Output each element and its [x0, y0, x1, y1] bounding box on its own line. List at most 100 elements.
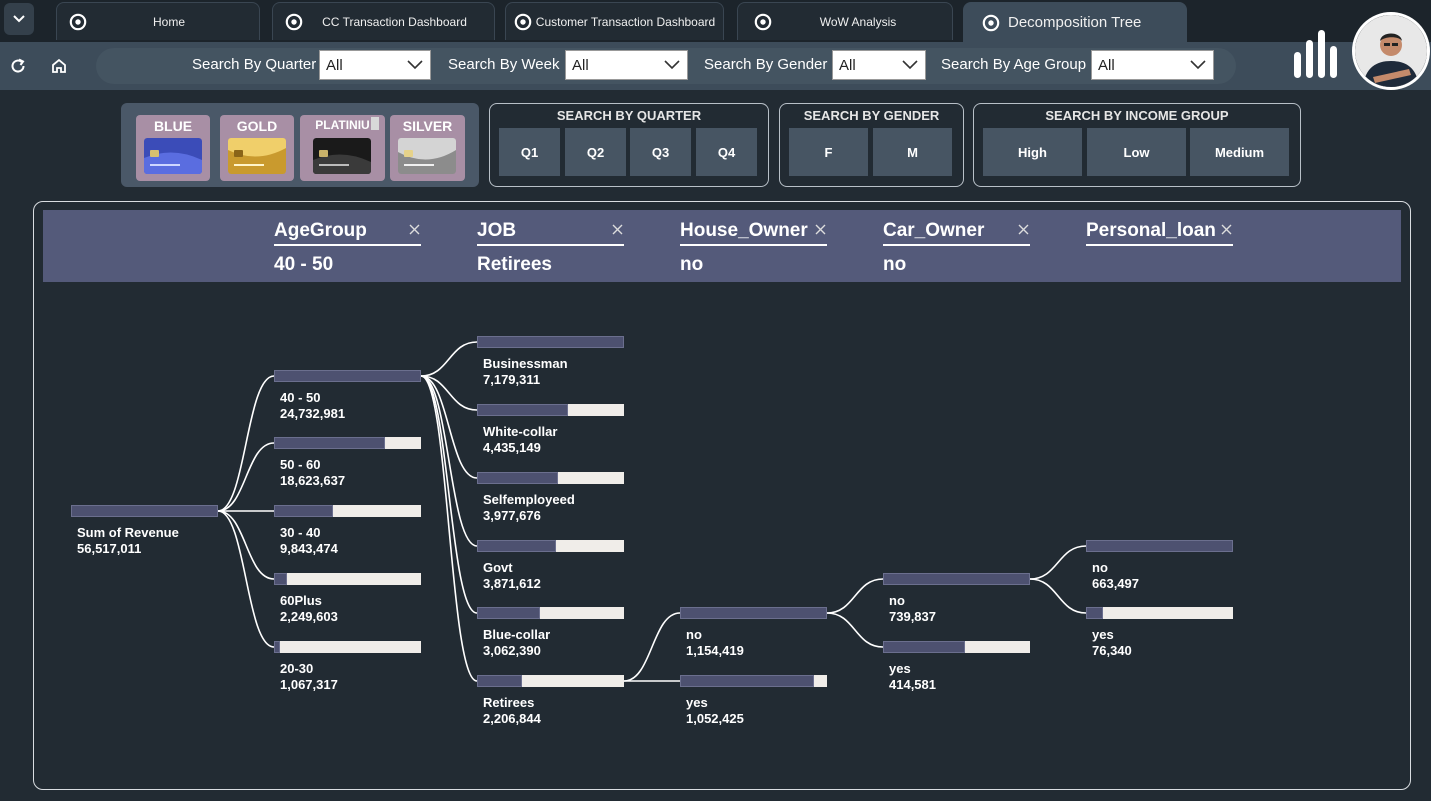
node-job[interactable]: Govt 3,871,612: [477, 540, 624, 592]
node-agegroup[interactable]: 50 - 60 18,623,637: [274, 437, 421, 489]
node-job[interactable]: Blue-collar 3,062,390: [477, 607, 624, 659]
node-job[interactable]: Businessman 7,179,311: [477, 336, 624, 388]
node-car-owner[interactable]: yes 414,581: [883, 641, 1030, 693]
node-label: 60Plus: [280, 593, 322, 608]
quarter-button-q3[interactable]: Q3: [630, 128, 691, 176]
quarter-button-q2[interactable]: Q2: [565, 128, 626, 176]
node-agegroup[interactable]: 20-30 1,067,317: [274, 641, 421, 693]
node-label: no: [1092, 560, 1108, 575]
card-label: BLUE: [153, 118, 193, 134]
remove-level-button[interactable]: [610, 222, 624, 236]
income-button-low[interactable]: Low: [1087, 128, 1186, 176]
browser-logo-icon: [285, 13, 303, 30]
card-button-blue[interactable]: BLUE: [136, 115, 210, 181]
node-value: 24,732,981: [280, 406, 346, 421]
browser-logo-icon: [69, 13, 87, 30]
week-dropdown[interactable]: All: [565, 50, 688, 80]
node-value: 3,977,676: [483, 508, 541, 523]
tab-wow-analysis[interactable]: WoW Analysis: [737, 2, 953, 40]
chevron-down-icon: [902, 60, 918, 70]
chevron-down-icon: [1190, 60, 1206, 70]
remove-level-button[interactable]: [1219, 222, 1233, 236]
header-value: [1086, 254, 1233, 276]
card-label: SILVER: [402, 118, 453, 134]
node-job[interactable]: Retirees 2,206,844: [477, 675, 624, 727]
node-house-owner[interactable]: no 1,154,419: [680, 607, 827, 659]
browser-logo-icon: [982, 14, 1000, 31]
quarter-slicer: SEARCH BY QUARTER Q1 Q2 Q3 Q4: [489, 103, 769, 187]
node-job[interactable]: Selfemployeed 3,977,676: [477, 472, 624, 524]
node-value: 414,581: [889, 677, 936, 692]
node-agegroup[interactable]: 30 - 40 9,843,474: [274, 505, 421, 557]
quarter-button-q4[interactable]: Q4: [696, 128, 757, 176]
node-bar-fill: [274, 573, 288, 585]
person-avatar-icon: [1355, 15, 1427, 87]
header-title: AgeGroup: [274, 220, 421, 246]
node-label: yes: [889, 661, 911, 676]
node-bar-fill: [477, 540, 557, 552]
age-group-dropdown[interactable]: All: [1091, 50, 1214, 80]
tab-label: Customer Transaction Dashboard: [535, 14, 716, 29]
filter-label-age-group: Search By Age Group: [941, 56, 1087, 73]
gender-button-f[interactable]: F: [789, 128, 868, 176]
header-column-personal-loan: Personal_loan: [1086, 220, 1233, 276]
quarter-button-q1[interactable]: Q1: [499, 128, 560, 176]
node-job[interactable]: White-collar 4,435,149: [477, 404, 624, 456]
node-label: Govt: [483, 560, 513, 575]
tab-menu-button[interactable]: [4, 3, 34, 35]
gender-button-m[interactable]: M: [873, 128, 952, 176]
refresh-icon: [11, 58, 25, 73]
close-icon: [1018, 224, 1028, 234]
node-label: 50 - 60: [280, 457, 321, 472]
node-value: 76,340: [1092, 643, 1132, 658]
income-group-slicer: SEARCH BY INCOME GROUP High Low Medium: [973, 103, 1301, 187]
gold-card-icon: [228, 138, 286, 174]
node-bar-fill: [274, 370, 421, 382]
node-personal-loan[interactable]: yes 76,340: [1086, 607, 1233, 659]
income-button-high[interactable]: High: [983, 128, 1082, 176]
card-button-silver[interactable]: SILVER: [390, 115, 465, 181]
tab-customer-transaction-dashboard[interactable]: Customer Transaction Dashboard: [505, 2, 724, 40]
node-bar: [274, 573, 421, 585]
tab-cc-transaction-dashboard[interactable]: CC Transaction Dashboard: [272, 2, 495, 40]
slicer-title: SEARCH BY GENDER: [803, 108, 940, 123]
income-button-medium[interactable]: Medium: [1190, 128, 1289, 176]
home-button[interactable]: [47, 54, 71, 78]
node-agegroup[interactable]: 40 - 50 24,732,981: [274, 370, 421, 422]
refresh-button[interactable]: [6, 54, 30, 78]
node-bar-fill: [680, 675, 814, 687]
node-car-owner[interactable]: no 739,837: [883, 573, 1030, 625]
remove-level-button[interactable]: [813, 222, 827, 236]
node-agegroup[interactable]: 60Plus 2,249,603: [274, 573, 421, 625]
node-bar: [883, 573, 1030, 585]
tab-decomposition-tree[interactable]: Decomposition Tree: [963, 2, 1187, 42]
node-root[interactable]: Sum of Revenue 56,517,011: [71, 505, 218, 557]
node-label: 30 - 40: [280, 525, 321, 540]
close-icon: [815, 224, 825, 234]
node-label: Retirees: [483, 695, 535, 710]
node-value: 1,154,419: [686, 643, 744, 658]
node-bar: [1086, 540, 1233, 552]
node-label: yes: [686, 695, 708, 710]
avatar: [1352, 12, 1430, 90]
gender-dropdown[interactable]: All: [832, 50, 926, 80]
header-value: no: [680, 254, 704, 275]
node-bar-fill: [274, 437, 385, 449]
node-bar: [274, 641, 421, 653]
node-value: 3,871,612: [483, 576, 541, 591]
remove-level-button[interactable]: [1016, 222, 1030, 236]
node-bar-fill: [477, 404, 568, 416]
card-button-platinum[interactable]: PLATINIU: [300, 115, 385, 181]
tab-home[interactable]: Home: [56, 2, 260, 40]
tree-header: AgeGroup 40 - 50 JOB Retirees House_Owne…: [43, 210, 1401, 282]
node-house-owner[interactable]: yes 1,052,425: [680, 675, 827, 727]
remove-level-button[interactable]: [407, 222, 421, 236]
tab-strip: Home CC Transaction Dashboard Customer T…: [0, 0, 1431, 42]
quarter-dropdown[interactable]: All: [319, 50, 431, 80]
blue-card-icon: [144, 138, 202, 174]
tab-label: Decomposition Tree: [1008, 14, 1142, 31]
node-personal-loan[interactable]: no 663,497: [1086, 540, 1233, 592]
chevron-down-icon: [13, 15, 25, 23]
card-button-gold[interactable]: GOLD: [220, 115, 294, 181]
node-value: 3,062,390: [483, 643, 541, 658]
